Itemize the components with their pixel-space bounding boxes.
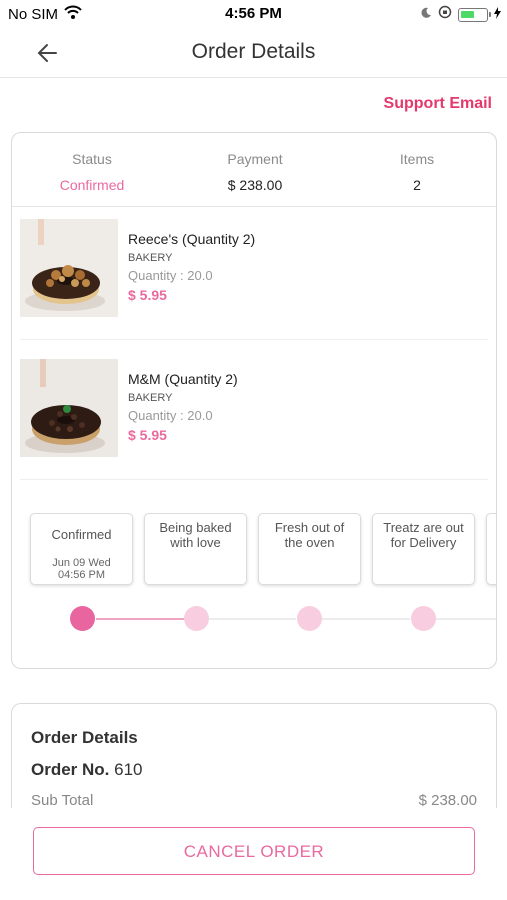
page-title: Order Details	[191, 40, 316, 63]
product-category: BAKERY	[128, 252, 173, 264]
timeline-dot	[297, 606, 322, 631]
timeline-segment	[322, 618, 410, 620]
step-date: Jun 09 Wed 04:56 PM	[31, 557, 132, 581]
order-number-label: Order No.	[31, 760, 110, 779]
step-title-line: the oven	[284, 535, 335, 550]
subtotal-label: Sub Total	[31, 792, 94, 809]
step-title: Confirmed	[51, 527, 112, 542]
product-price: $ 5.95	[128, 427, 167, 443]
nav-header: Order Details	[0, 28, 507, 78]
order-progress-steps: Confirmed Jun 09 Wed 04:56 PM Being bake…	[12, 513, 496, 593]
product-item[interactable]: M&M (Quantity 2) BAKERY Quantity : 20.0 …	[20, 347, 490, 487]
moon-icon	[420, 6, 432, 24]
summary-label: Items	[399, 151, 435, 167]
product-quantity: Quantity : 20.0	[128, 408, 213, 423]
order-card: Status Confirmed Payment $ 238.00 Items …	[11, 132, 497, 669]
product-image-donut-chocolate	[20, 359, 118, 457]
timeline-segment	[208, 618, 296, 620]
timeline-dot	[411, 606, 436, 631]
order-number-value: 610	[114, 760, 143, 779]
step-title-line: Fresh out of	[274, 520, 345, 535]
step-title-line: with love	[170, 535, 221, 550]
step-time-line: 04:56 PM	[57, 569, 106, 581]
step-next-partial	[486, 513, 496, 585]
support-email-link[interactable]: Support Email	[384, 95, 492, 113]
product-quantity: Quantity : 20.0	[128, 268, 213, 283]
items-value: 2	[413, 177, 421, 193]
timeline-segment-active	[96, 618, 184, 620]
progress-timeline	[12, 603, 496, 633]
product-name: Reece's (Quantity 2)	[128, 231, 256, 247]
battery-icon	[458, 7, 491, 22]
details-heading: Order Details	[31, 728, 138, 747]
step-title: Fresh out of the oven	[259, 514, 360, 550]
summary-status: Status Confirmed	[12, 151, 172, 193]
status-icons	[420, 5, 501, 24]
divider	[20, 479, 488, 480]
status-value: Confirmed	[59, 177, 125, 193]
product-image-donut-caramel	[20, 219, 118, 317]
step-confirmed: Confirmed Jun 09 Wed 04:56 PM	[30, 513, 133, 585]
step-being-baked: Being baked with love	[144, 513, 247, 585]
product-category: BAKERY	[128, 392, 173, 404]
divider	[20, 339, 488, 340]
step-fresh-out: Fresh out of the oven	[258, 513, 361, 585]
step-title-line: Being baked	[159, 520, 232, 535]
cancel-order-button[interactable]: CANCEL ORDER	[33, 827, 475, 875]
product-price: $ 5.95	[128, 287, 167, 303]
bottom-action-bar: CANCEL ORDER	[0, 808, 507, 900]
summary-payment: Payment $ 238.00	[175, 151, 335, 193]
order-summary: Status Confirmed Payment $ 238.00 Items …	[12, 133, 496, 207]
status-bar: No SIM 4:56 PM	[0, 0, 507, 28]
charging-icon	[494, 6, 501, 24]
timeline-dot-active	[70, 606, 95, 631]
payment-value: $ 238.00	[227, 177, 283, 193]
step-title: Being baked with love	[145, 514, 246, 550]
product-item[interactable]: Reece's (Quantity 2) BAKERY Quantity : 2…	[20, 207, 490, 347]
summary-label: Payment	[227, 151, 283, 167]
step-title-line: for Delivery	[390, 535, 457, 550]
orientation-lock-icon	[438, 5, 452, 24]
step-date-line: Jun 09 Wed	[52, 557, 111, 569]
step-title: Treatz are out for Delivery	[373, 514, 474, 550]
timeline-segment	[436, 618, 496, 620]
step-out-for-delivery: Treatz are out for Delivery	[372, 513, 475, 585]
order-number: Order No. 610	[31, 760, 143, 780]
subtotal-value: $ 238.00	[418, 792, 477, 809]
product-name: M&M (Quantity 2)	[128, 371, 238, 387]
summary-items: Items 2	[337, 151, 496, 193]
step-title-line: Treatz are out	[383, 520, 464, 535]
timeline-dot	[184, 606, 209, 631]
battery-level	[461, 10, 474, 18]
summary-label: Status	[72, 151, 112, 167]
